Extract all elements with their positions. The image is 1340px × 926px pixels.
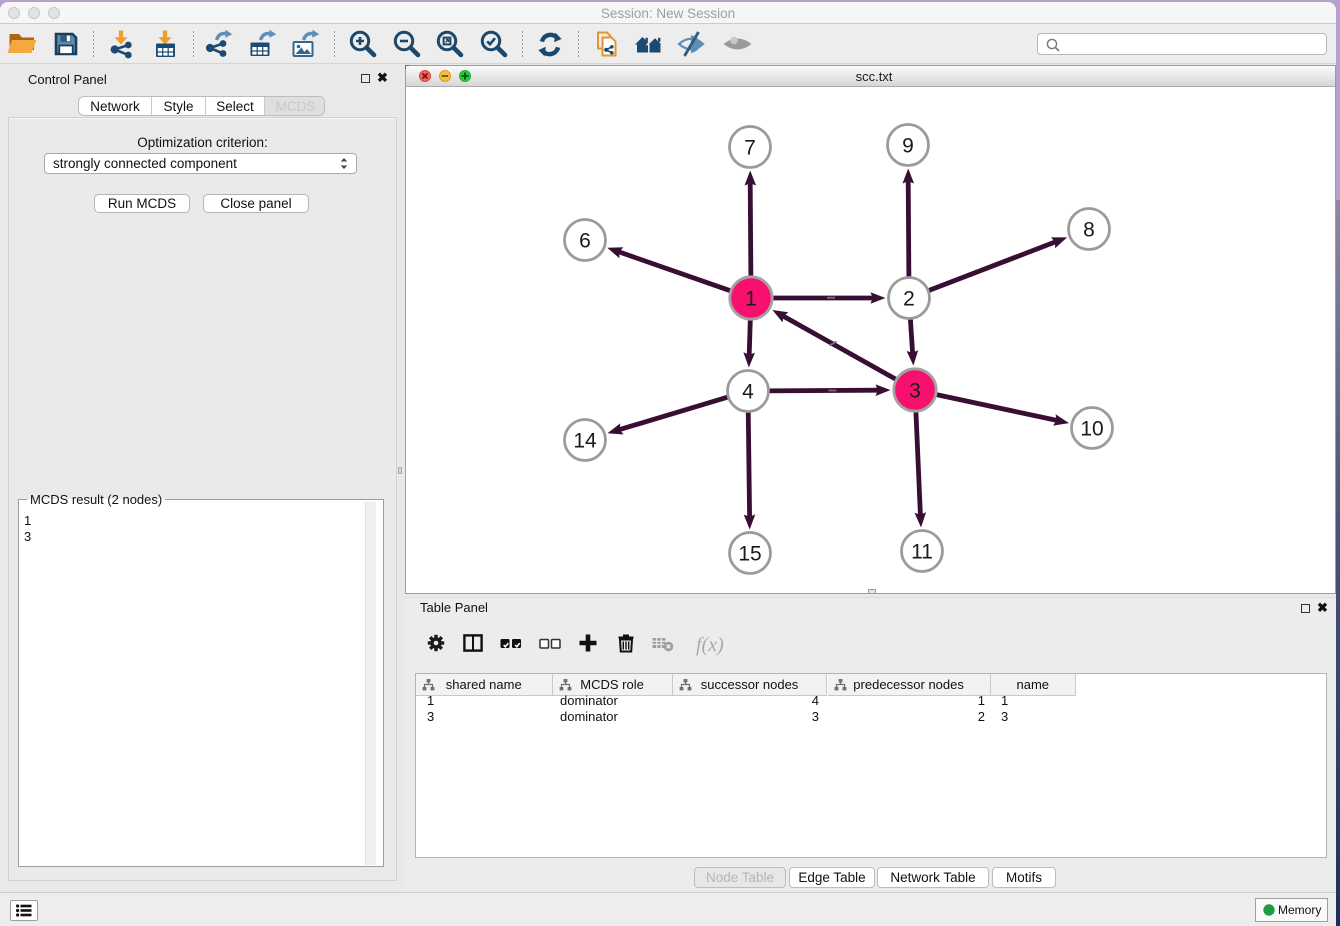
svg-text:15: 15 <box>738 542 761 565</box>
svg-text:1: 1 <box>745 287 757 310</box>
svg-text:2: 2 <box>903 287 915 310</box>
svg-text:7: 7 <box>744 136 756 159</box>
svg-text:6: 6 <box>579 229 591 252</box>
svg-text:9: 9 <box>902 134 914 157</box>
svg-text:4: 4 <box>742 380 754 403</box>
svg-text:8: 8 <box>1083 218 1095 241</box>
svg-text:14: 14 <box>573 429 597 452</box>
svg-text:10: 10 <box>1080 417 1103 440</box>
svg-text:3: 3 <box>909 379 921 402</box>
svg-text:11: 11 <box>911 540 933 563</box>
